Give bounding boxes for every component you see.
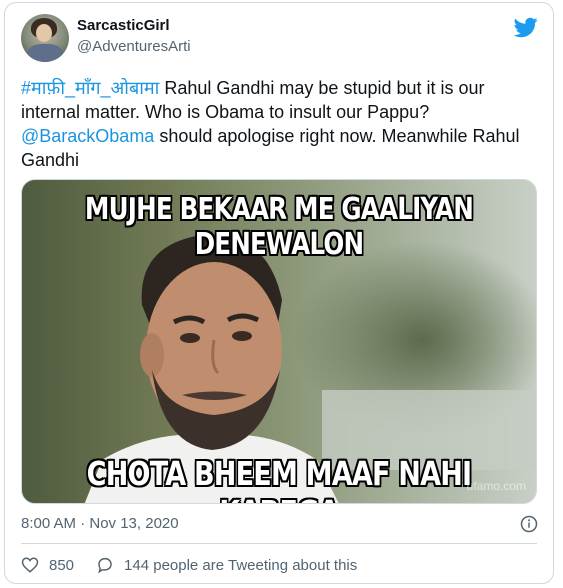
like-button[interactable]: 850 (21, 556, 74, 574)
image-watermark: ufamo.com (466, 479, 526, 493)
divider (21, 543, 537, 544)
tweet-actions: 850 144 people are Tweeting about this (21, 555, 379, 575)
heart-icon (21, 557, 39, 573)
meme-bottom-caption: CHOTA BHEEM MAAF NAHI KAREGA (86, 454, 472, 503)
tweet-media-image[interactable]: MUJHE BEKAAR ME GAALIYAN DENEWALON CHOTA… (21, 179, 537, 504)
twitter-bird-icon[interactable] (514, 15, 538, 39)
meme-top-caption: MUJHE BEKAAR ME GAALIYAN DENEWALON (84, 192, 474, 262)
avatar[interactable] (21, 14, 69, 62)
tweet-text: #माफ़ी_माँग_ओबामा Rahul Gandhi may be st… (21, 76, 536, 172)
mention-link[interactable]: @BarackObama (21, 126, 154, 146)
author-name[interactable]: SarcasticGirl (77, 17, 170, 34)
like-count: 850 (49, 556, 75, 574)
conversation-text: 144 people are Tweeting about this (124, 556, 358, 574)
tweet-card[interactable]: SarcasticGirl @AdventuresArti #माफ़ी_माँ… (4, 2, 554, 584)
info-icon[interactable] (520, 515, 538, 533)
conversation-button[interactable]: 144 people are Tweeting about this (96, 556, 357, 574)
tweet-timestamp[interactable]: 8:00 AM · Nov 13, 2020 (21, 515, 179, 532)
author-handle[interactable]: @AdventuresArti (77, 38, 191, 55)
hashtag-link[interactable]: #माफ़ी_माँग_ओबामा (21, 78, 159, 98)
speech-bubble-icon (98, 557, 112, 574)
